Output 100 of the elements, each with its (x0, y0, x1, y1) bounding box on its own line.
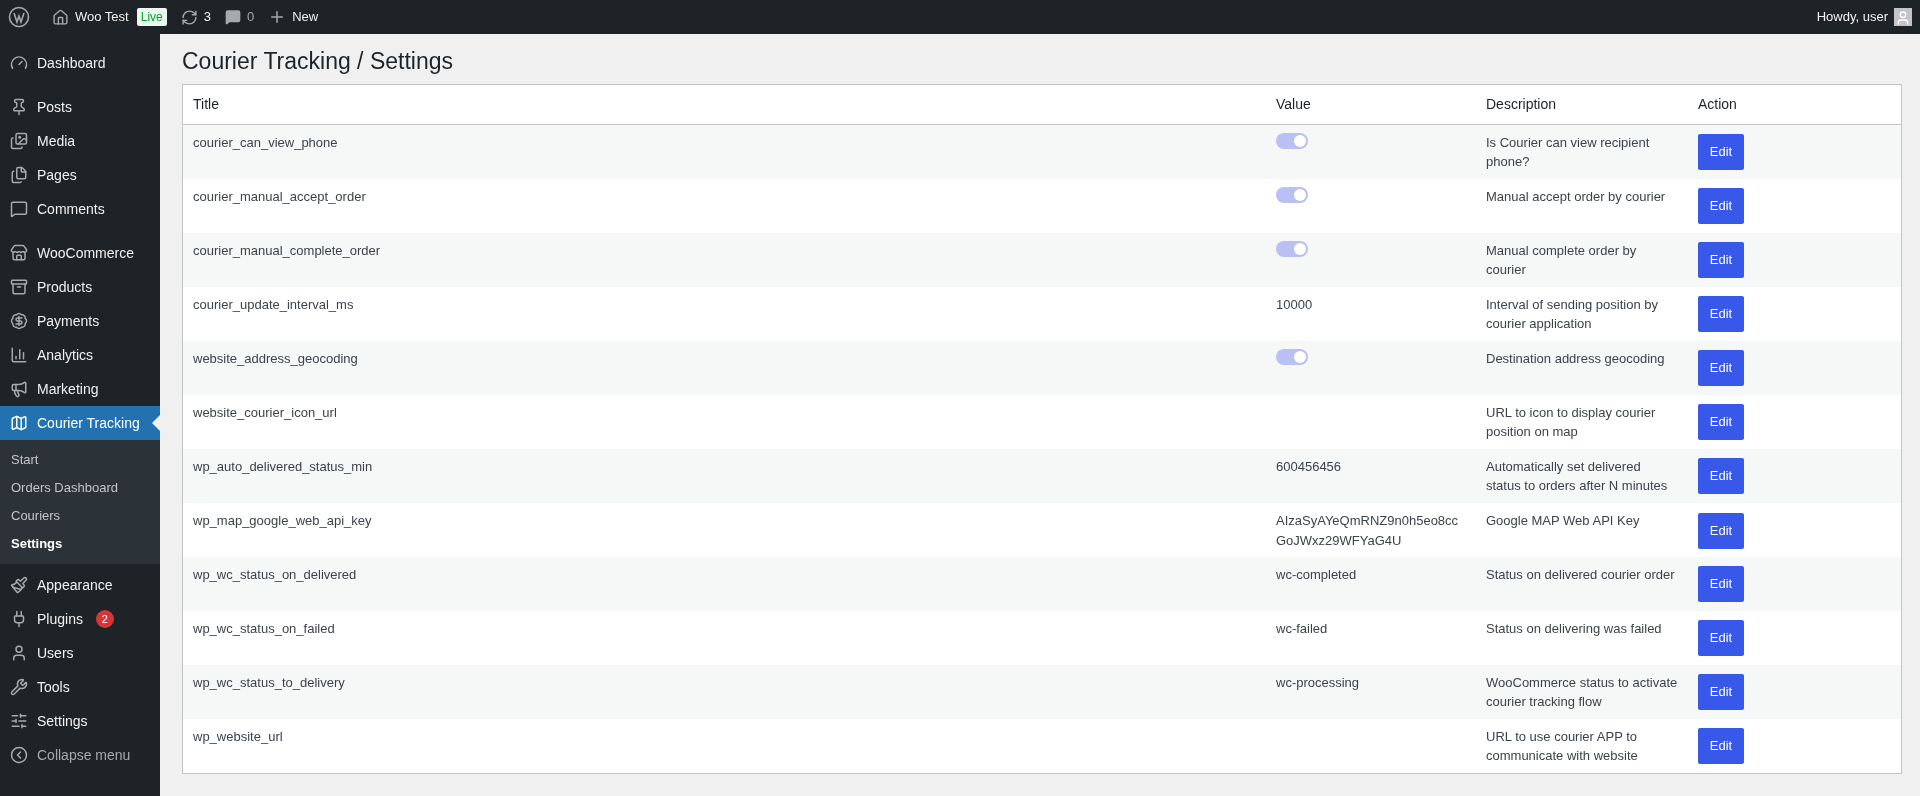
table-cell: Interval of sending position by courier application (1486, 297, 1658, 331)
dollar-icon (10, 312, 28, 330)
wrench-icon (10, 678, 28, 696)
sidebar-item[interactable]: Plugins 2 (0, 602, 160, 636)
bar-chart-icon (10, 346, 28, 364)
table-cell-text: 10000 (1276, 296, 1314, 314)
edit-button[interactable]: Edit (1698, 620, 1744, 656)
submenu-item[interactable]: Orders Dashboard (0, 474, 160, 502)
pages-icon (10, 166, 28, 184)
sidebar-item[interactable]: Marketing (0, 372, 160, 406)
table-cell: courier_manual_complete_order (193, 243, 381, 258)
table-cell-text: wc-completed (1276, 566, 1358, 584)
sidebar-item[interactable]: Media (0, 124, 160, 158)
submenu-item[interactable]: Settings (0, 530, 160, 558)
table-cell: wp_wc_status_on_delivered (193, 567, 357, 582)
logo-icon (8, 6, 30, 28)
table-cell: wp_auto_delivered_status_min (193, 459, 373, 474)
sidebar-item[interactable]: Analytics (0, 338, 160, 372)
edit-button[interactable]: Edit (1698, 674, 1744, 710)
column-header: Value (1275, 95, 1312, 114)
toggle-switch[interactable] (1276, 349, 1308, 365)
map-icon (10, 414, 28, 432)
sidebar-item[interactable]: WooCommerce (0, 236, 160, 270)
table-cell: wp_wc_status_to_delivery (193, 675, 345, 690)
table-cell: Status on delivering was failed (1486, 621, 1662, 636)
table-cell: courier_update_interval_ms (193, 297, 354, 312)
user-icon (10, 644, 28, 662)
speech-bubble-icon (10, 200, 28, 218)
edit-button[interactable]: Edit (1698, 188, 1744, 224)
pushpin-icon (10, 98, 28, 116)
paintbrush-icon (10, 576, 28, 594)
count-badge: 2 (95, 610, 114, 628)
live-badge: Live (136, 8, 167, 26)
edit-button[interactable]: Edit (1698, 404, 1744, 440)
table-cell: website_address_geocoding (193, 351, 358, 366)
toggle-switch[interactable] (1276, 187, 1308, 203)
archive-box-icon (10, 278, 28, 296)
table-cell: URL to icon to display courier position on map (1486, 405, 1656, 439)
home-icon (52, 8, 69, 26)
updates-icon (180, 8, 198, 26)
edit-button[interactable]: Edit (1698, 458, 1744, 494)
edit-button[interactable]: Edit (1698, 296, 1744, 332)
site-name-link[interactable]: Woo Test (75, 7, 129, 27)
submenu-item[interactable]: Couriers (0, 502, 160, 530)
avatar-icon (1894, 8, 1912, 26)
table-cell-text: 600456456 (1276, 458, 1343, 476)
speech-bubble-icon (224, 9, 241, 25)
updates-count[interactable]: 3 (203, 7, 211, 27)
new-link[interactable]: New (292, 7, 319, 27)
comments-count[interactable]: 0 (246, 7, 255, 27)
sidebar-item[interactable]: Collapse menu (0, 738, 160, 772)
table-cell: courier_can_view_phone (193, 135, 338, 150)
sidebar-item[interactable]: Tools (0, 670, 160, 704)
submenu-item[interactable]: Start (0, 446, 160, 474)
dashboard-icon (10, 54, 28, 72)
sidebar-item[interactable]: Dashboard (0, 46, 160, 80)
page-title: Courier Tracking / Settings (182, 47, 454, 76)
column-header: Action (1697, 95, 1738, 114)
table-cell: URL to use courier APP to communicate with website (1486, 729, 1638, 763)
store-icon (10, 244, 28, 262)
pointer-arrow-icon (152, 415, 160, 431)
table-cell: Manual complete order by courier (1486, 243, 1637, 277)
table-cell-text: wc-failed (1276, 620, 1329, 638)
toggle-switch[interactable] (1276, 241, 1308, 257)
edit-button[interactable]: Edit (1698, 350, 1744, 386)
table-cell-text: AIzaSyAYeQmRNZ9n0h5eo8ccGoJWxz29WFYaG4U (1276, 512, 1460, 550)
table-cell: Destination address geocoding (1486, 351, 1665, 366)
sliders-icon (10, 712, 28, 730)
sidebar-item[interactable]: Appearance (0, 568, 160, 602)
sidebar-item[interactable]: Pages (0, 158, 160, 192)
table-cell: website_courier_icon_url (193, 405, 337, 420)
column-header: Title (192, 95, 220, 114)
edit-button[interactable]: Edit (1698, 512, 1744, 549)
table-cell: wp_map_google_web_api_key (193, 513, 372, 528)
table-cell: wp_wc_status_on_failed (193, 621, 335, 636)
megaphone-icon (10, 380, 28, 398)
table-cell: Google MAP Web API Key (1486, 513, 1640, 528)
sidebar-item[interactable]: Products (0, 270, 160, 304)
collapse-icon (10, 746, 28, 764)
toggle-switch[interactable] (1276, 133, 1308, 149)
table-cell: Status on delivered courier order (1486, 567, 1675, 582)
edit-button[interactable]: Edit (1698, 728, 1744, 764)
greeting-link[interactable]: Howdy, user (1816, 7, 1888, 27)
sidebar-item[interactable]: Comments (0, 192, 160, 226)
sidebar-item[interactable]: Users (0, 636, 160, 670)
table-cell: Is Courier can view recipient phone? (1486, 135, 1650, 169)
sidebar-item[interactable]: Settings (0, 704, 160, 738)
sidebar-item[interactable]: Courier Tracking (0, 406, 160, 440)
table-cell: WooCommerce status to activate courier tracking flow (1486, 675, 1678, 709)
sidebar-item[interactable]: Payments (0, 304, 160, 338)
edit-button[interactable]: Edit (1698, 134, 1744, 170)
table-cell: Manual accept order by courier (1486, 189, 1666, 204)
sidebar-item[interactable]: Posts (0, 90, 160, 124)
edit-button[interactable]: Edit (1698, 242, 1744, 278)
table-cell-text: wc-processing (1276, 674, 1361, 692)
table-cell: wp_website_url (193, 729, 283, 744)
images-icon (10, 132, 28, 150)
table-cell: Automatically set delivered status to orders after N minutes (1486, 459, 1668, 493)
column-header: Description (1485, 95, 1558, 114)
edit-button[interactable]: Edit (1698, 566, 1744, 602)
